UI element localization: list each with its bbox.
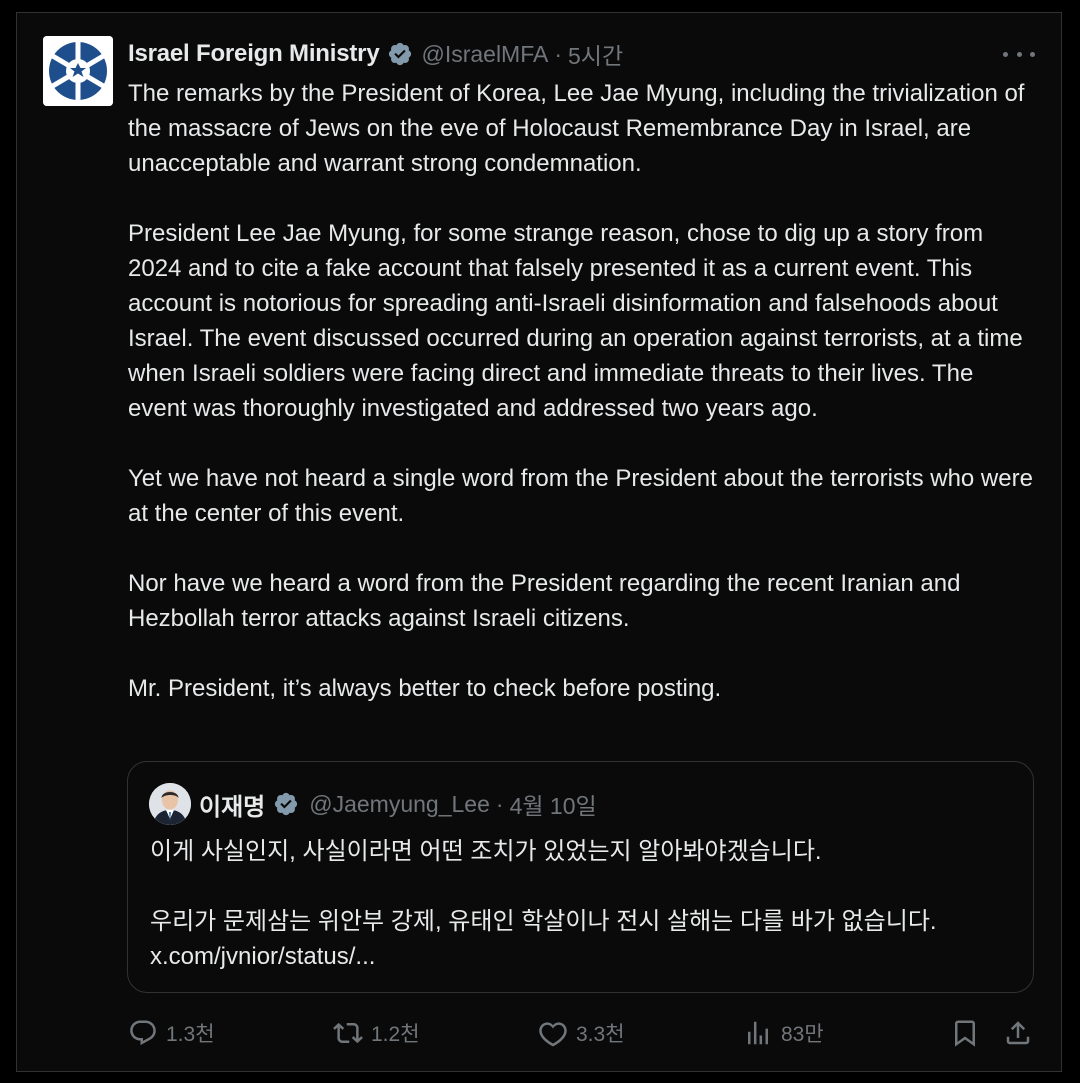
share-button[interactable] (1003, 1013, 1033, 1053)
tweet-paragraph: Yet we have not heard a single word from… (128, 465, 1033, 527)
share-icon (1006, 1021, 1030, 1045)
author-handle[interactable]: @IsraelMFA (421, 41, 548, 68)
author-name[interactable]: Israel Foreign Ministry (128, 40, 380, 68)
timestamp[interactable]: 5시간 (568, 37, 623, 71)
action-bar: 1.3천 1.2천 3.3천 83만 (128, 1013, 1038, 1053)
quoted-tweet[interactable]: 이재명 @Jaemyung_Lee · 4월 10일 이게 사실인지, 사실이라… (127, 761, 1034, 993)
tweet-header: Israel Foreign Ministry @IsraelMFA · 5시간 (128, 36, 623, 72)
repost-button[interactable]: 1.2천 (333, 1013, 420, 1053)
ministry-logo-icon (43, 36, 113, 106)
heart-icon (539, 1022, 567, 1047)
quoted-tweet-text: 이게 사실인지, 사실이라면 어떤 조치가 있었는지 알아봐야겠습니다. 우리가… (150, 834, 1020, 974)
tweet-text: The remarks by the President of Korea, L… (128, 76, 1038, 706)
views-count: 83만 (781, 1023, 824, 1046)
tweet-paragraph: Nor have we heard a word from the Presid… (128, 570, 961, 632)
bookmark-icon (955, 1020, 975, 1047)
bookmark-button[interactable] (950, 1013, 980, 1053)
repost-count: 1.2천 (371, 1023, 420, 1046)
quoted-author-avatar[interactable] (149, 783, 191, 825)
quoted-author-handle[interactable]: @Jaemyung_Lee (309, 791, 490, 818)
reply-button[interactable]: 1.3천 (128, 1013, 215, 1053)
like-count: 3.3천 (576, 1023, 625, 1046)
author-avatar[interactable] (43, 36, 113, 106)
tweet-paragraph: Mr. President, it’s always better to che… (128, 675, 722, 702)
separator-dot: · (554, 40, 563, 67)
quoted-paragraph: 이게 사실인지, 사실이라면 어떤 조치가 있었는지 알아봐야겠습니다. (150, 838, 822, 865)
quoted-author-name[interactable]: 이재명 (199, 787, 265, 822)
more-options-icon[interactable] (1003, 40, 1035, 68)
tweet-paragraph: The remarks by the President of Korea, L… (128, 80, 1025, 177)
person-avatar-icon (149, 783, 191, 825)
verified-badge-icon[interactable] (273, 791, 299, 817)
like-button[interactable]: 3.3천 (538, 1013, 625, 1053)
reply-icon (130, 1020, 156, 1046)
verified-badge-icon[interactable] (387, 41, 413, 67)
views-chart-icon (748, 1021, 768, 1045)
repost-icon (333, 1022, 363, 1044)
quoted-paragraph: 우리가 문제삼는 위안부 강제, 유태인 학살이나 전시 살해는 다를 바가 없… (150, 908, 937, 970)
separator-dot: · (495, 790, 504, 817)
quoted-timestamp[interactable]: 4월 10일 (510, 787, 597, 821)
views-button[interactable]: 83만 (743, 1013, 824, 1053)
reply-count: 1.3천 (166, 1023, 215, 1046)
tweet-paragraph: President Lee Jae Myung, for some strang… (128, 220, 1023, 422)
quoted-tweet-header: 이재명 @Jaemyung_Lee · 4월 10일 (199, 786, 597, 822)
